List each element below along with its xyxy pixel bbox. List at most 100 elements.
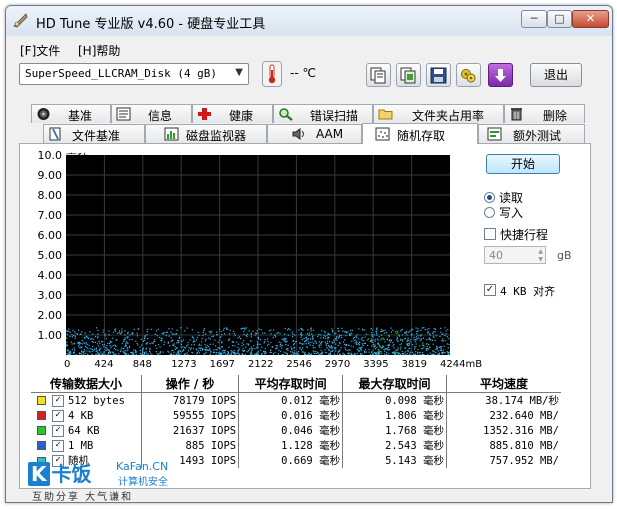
- data-point: [268, 330, 271, 332]
- series-color-swatch: [37, 426, 46, 435]
- quick-stroke-spinner[interactable]: 40 ▲ ▼: [484, 246, 546, 264]
- align-4kb-label: 4 KB 对齐: [500, 285, 556, 298]
- data-point: [287, 344, 289, 346]
- data-point: [124, 343, 127, 345]
- x-tick-label: 4244mB: [440, 359, 483, 370]
- data-point: [448, 338, 450, 340]
- data-point: [283, 351, 285, 353]
- tab-extra-tests-label: 额外测试: [513, 129, 562, 143]
- data-point: [290, 346, 292, 348]
- tab-file-benchmark[interactable]: 文件基准: [43, 124, 145, 143]
- data-point: [313, 352, 315, 355]
- transfer-size-cell[interactable]: ✓ 4 KB: [31, 408, 142, 423]
- tab-extra-tests[interactable]: 额外测试: [478, 124, 585, 143]
- quick-stroke-checkbox[interactable]: [484, 228, 496, 240]
- options-icon: [461, 69, 476, 83]
- data-point: [153, 339, 155, 341]
- data-point: [199, 349, 202, 351]
- data-point: [394, 331, 396, 333]
- data-point: [67, 330, 69, 332]
- read-radio[interactable]: [484, 192, 495, 203]
- tab-error-scan[interactable]: 错误扫描: [273, 104, 373, 123]
- data-point: [380, 334, 382, 336]
- data-point: [207, 349, 210, 351]
- data-point: [301, 343, 303, 345]
- speaker-icon: [292, 128, 304, 140]
- write-radio[interactable]: [484, 207, 495, 218]
- data-point: [417, 353, 419, 355]
- minimize-button[interactable]: ─: [521, 10, 547, 28]
- data-point: [228, 338, 231, 340]
- data-point: [66, 337, 68, 339]
- data-point: [110, 347, 112, 349]
- write-label: 写入: [499, 206, 524, 220]
- data-point: [297, 353, 299, 355]
- tab-health[interactable]: 健康: [192, 104, 273, 123]
- data-point: [83, 352, 85, 354]
- title-bar[interactable]: HD Tune 专业版 v4.60 - 硬盘专业工具 ─ □ ✕: [6, 6, 612, 36]
- data-point: [368, 338, 370, 340]
- start-button[interactable]: 开始: [486, 154, 560, 174]
- data-point: [325, 343, 327, 345]
- tab-error-scan-label: 错误扫描: [310, 109, 359, 123]
- options-button[interactable]: [456, 63, 481, 87]
- data-point: [236, 352, 239, 354]
- data-point: [66, 352, 68, 355]
- spin-up-icon[interactable]: ▲: [538, 248, 543, 255]
- data-point: [170, 353, 173, 355]
- data-point: [245, 346, 247, 348]
- tab-benchmark[interactable]: 基准: [31, 104, 111, 123]
- data-point: [97, 330, 99, 332]
- menu-help[interactable]: [H]帮助: [78, 42, 120, 59]
- data-point: [427, 353, 429, 355]
- data-point: [174, 348, 176, 350]
- menu-file[interactable]: [F]文件: [20, 42, 60, 59]
- data-point: [216, 331, 218, 333]
- data-point: [317, 336, 319, 338]
- transfer-size-cell[interactable]: ✓ 1 MB: [31, 438, 142, 453]
- tab-random-access[interactable]: 随机存取: [362, 123, 478, 144]
- data-point: [393, 352, 395, 354]
- data-point: [237, 343, 240, 345]
- tab-disk-monitor[interactable]: 磁盘监视器: [145, 124, 267, 143]
- series-checkbox[interactable]: ✓: [52, 394, 64, 407]
- save-button[interactable]: [426, 63, 451, 87]
- align-4kb-checkbox[interactable]: ✓: [484, 284, 496, 296]
- exit-button[interactable]: 退出: [530, 63, 582, 87]
- data-point: [406, 343, 408, 345]
- data-point: [393, 343, 395, 346]
- tab-aam[interactable]: AAM: [267, 124, 362, 143]
- download-button[interactable]: [488, 63, 513, 87]
- data-point: [213, 349, 215, 351]
- data-point: [201, 338, 203, 340]
- data-point: [286, 352, 288, 354]
- transfer-size-cell[interactable]: ✓ 64 KB: [31, 423, 142, 438]
- window-title: HD Tune 专业版 v4.60 - 硬盘专业工具: [36, 17, 266, 32]
- data-point: [89, 351, 91, 353]
- data-point: [102, 353, 104, 355]
- copy-text-button[interactable]: [366, 63, 391, 87]
- tab-folder-usage[interactable]: 文件夹占用率: [373, 104, 504, 123]
- copy-screen-button[interactable]: [396, 63, 421, 87]
- data-point: [68, 350, 70, 352]
- series-checkbox[interactable]: ✓: [52, 409, 64, 422]
- data-point: [236, 341, 238, 343]
- close-button[interactable]: ✕: [572, 10, 609, 28]
- spin-down-icon[interactable]: ▼: [538, 256, 543, 263]
- data-point: [326, 334, 328, 336]
- series-checkbox[interactable]: ✓: [52, 439, 64, 452]
- data-point: [181, 340, 183, 343]
- data-point: [109, 345, 111, 347]
- data-point: [201, 348, 203, 350]
- data-point: [377, 348, 380, 351]
- data-point: [396, 339, 398, 341]
- tab-info[interactable]: 信息: [111, 104, 192, 123]
- drive-select[interactable]: SuperSpeed_LLCRAM_Disk (4 gB) ▼: [19, 63, 249, 85]
- maximize-button[interactable]: □: [547, 10, 572, 28]
- transfer-size-cell[interactable]: ✓ 512 bytes: [31, 392, 142, 408]
- data-point: [356, 348, 358, 350]
- data-point: [176, 329, 178, 331]
- data-point: [77, 345, 80, 347]
- series-checkbox[interactable]: ✓: [52, 424, 64, 437]
- tab-erase[interactable]: 删除: [504, 104, 585, 123]
